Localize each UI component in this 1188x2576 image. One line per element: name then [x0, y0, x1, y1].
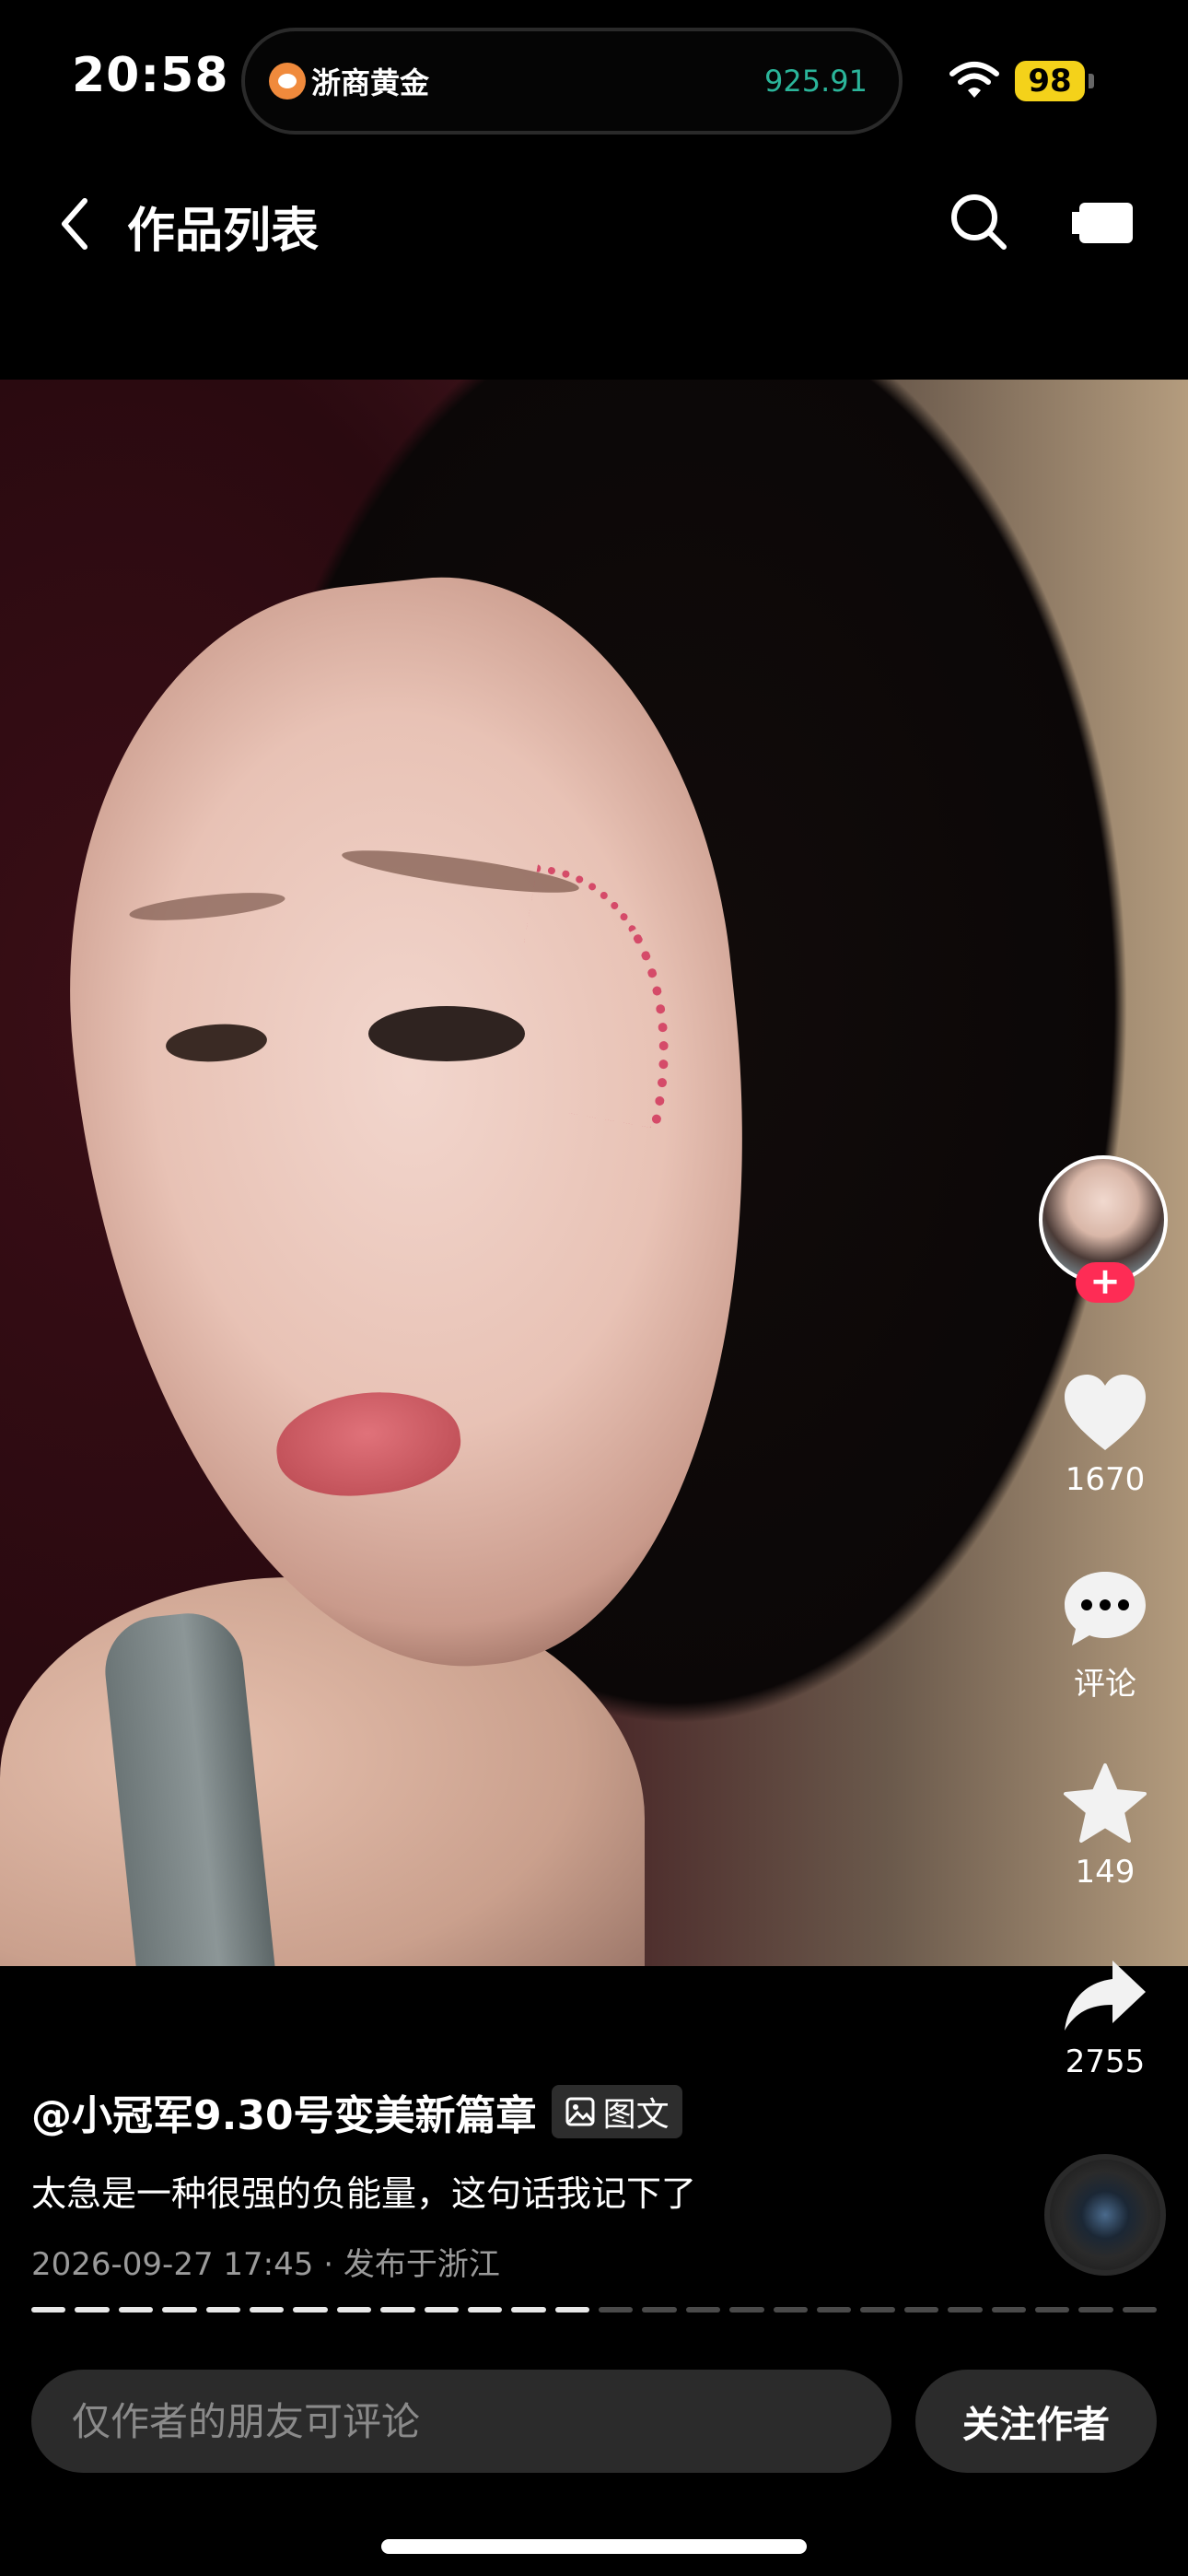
- island-value: 925.91: [764, 64, 868, 99]
- wifi-icon: [949, 62, 999, 98]
- like-count: 1670: [1065, 1461, 1146, 1498]
- image-eye-right: [368, 1006, 525, 1061]
- progress-segment: [31, 2307, 66, 2313]
- favorite-count: 149: [1075, 1854, 1136, 1891]
- post-date: 2026-09-27 17:45: [31, 2246, 314, 2283]
- progress-segment: [293, 2307, 328, 2313]
- screen-cast-icon[interactable]: [1070, 201, 1135, 245]
- search-icon[interactable]: [947, 190, 1011, 254]
- share-button[interactable]: 2755: [1039, 1957, 1171, 2080]
- progress-segment: [991, 2307, 1026, 2313]
- post-image[interactable]: [0, 380, 1188, 1966]
- star-icon: [1064, 1763, 1147, 1843]
- progress-segment: [511, 2307, 546, 2313]
- author-avatar-group[interactable]: +: [1039, 1155, 1171, 1306]
- post-type-label: 图文: [602, 2096, 670, 2134]
- back-icon[interactable]: [53, 193, 99, 254]
- status-time: 20:58: [72, 48, 229, 103]
- like-button[interactable]: 1670: [1039, 1373, 1171, 1498]
- progress-segment: [903, 2307, 939, 2313]
- comment-input[interactable]: [31, 2370, 891, 2473]
- progress-segment: [860, 2307, 895, 2313]
- comment-label: 评论: [1074, 1666, 1136, 1703]
- progress-segment: [773, 2307, 809, 2313]
- app-logo-icon: [269, 63, 306, 100]
- battery-cap: [1089, 74, 1094, 88]
- progress-segment: [642, 2307, 677, 2313]
- progress-segment: [729, 2307, 764, 2313]
- battery-indicator: 98: [1015, 61, 1085, 101]
- progress-segment: [599, 2307, 634, 2313]
- post-type-badge: 图文: [551, 2085, 682, 2138]
- heart-icon: [1065, 1375, 1146, 1450]
- favorite-button[interactable]: 149: [1039, 1762, 1171, 1891]
- post-caption: 太急是一种很强的负能量，这句话我记下了: [31, 2173, 697, 2214]
- progress-segment: [380, 2307, 415, 2313]
- music-disc[interactable]: [1044, 2154, 1166, 2276]
- image-type-icon: [565, 2097, 595, 2126]
- page-title: 作品列表: [127, 204, 320, 259]
- post-location: · 发布于浙江: [323, 2246, 500, 2283]
- progress-segment: [162, 2307, 197, 2313]
- comment-icon: [1065, 1572, 1146, 1645]
- progress-segment: [685, 2307, 721, 2313]
- progress-segment: [1122, 2307, 1158, 2313]
- progress-segment: [205, 2307, 240, 2313]
- progress-segment: [554, 2307, 590, 2313]
- author-line: @小冠军9.30号变美新篇章 图文: [31, 2082, 682, 2141]
- progress-segment: [336, 2307, 372, 2313]
- progress-segment: [118, 2307, 154, 2313]
- screen: 20:58 浙商黄金 925.91 98 作品列表 + 1670 评论 149 …: [0, 0, 1188, 2576]
- progress-segment: [467, 2307, 503, 2313]
- share-count: 2755: [1065, 2043, 1146, 2080]
- share-icon: [1065, 1961, 1146, 2031]
- author-name[interactable]: @小冠军9.30号变美新篇章: [31, 2082, 537, 2141]
- island-title: 浙商黄金: [311, 65, 430, 100]
- dynamic-island-live-activity[interactable]: 浙商黄金 925.91: [241, 28, 903, 135]
- progress-segment: [249, 2307, 285, 2313]
- progress-segment: [817, 2307, 852, 2313]
- progress-segment: [1078, 2307, 1113, 2313]
- home-indicator[interactable]: [381, 2539, 807, 2554]
- follow-author-button[interactable]: 关注作者: [915, 2370, 1157, 2473]
- progress-segment: [1034, 2307, 1070, 2313]
- progress-segment: [424, 2307, 459, 2313]
- progress-segment: [948, 2307, 983, 2313]
- progress-segment: [75, 2307, 110, 2313]
- image-progress-bar: [31, 2307, 1158, 2313]
- post-meta: 2026-09-27 17:45 · 发布于浙江: [31, 2239, 500, 2284]
- comment-button[interactable]: 评论: [1039, 1568, 1171, 1704]
- follow-plus-button[interactable]: +: [1076, 1262, 1135, 1303]
